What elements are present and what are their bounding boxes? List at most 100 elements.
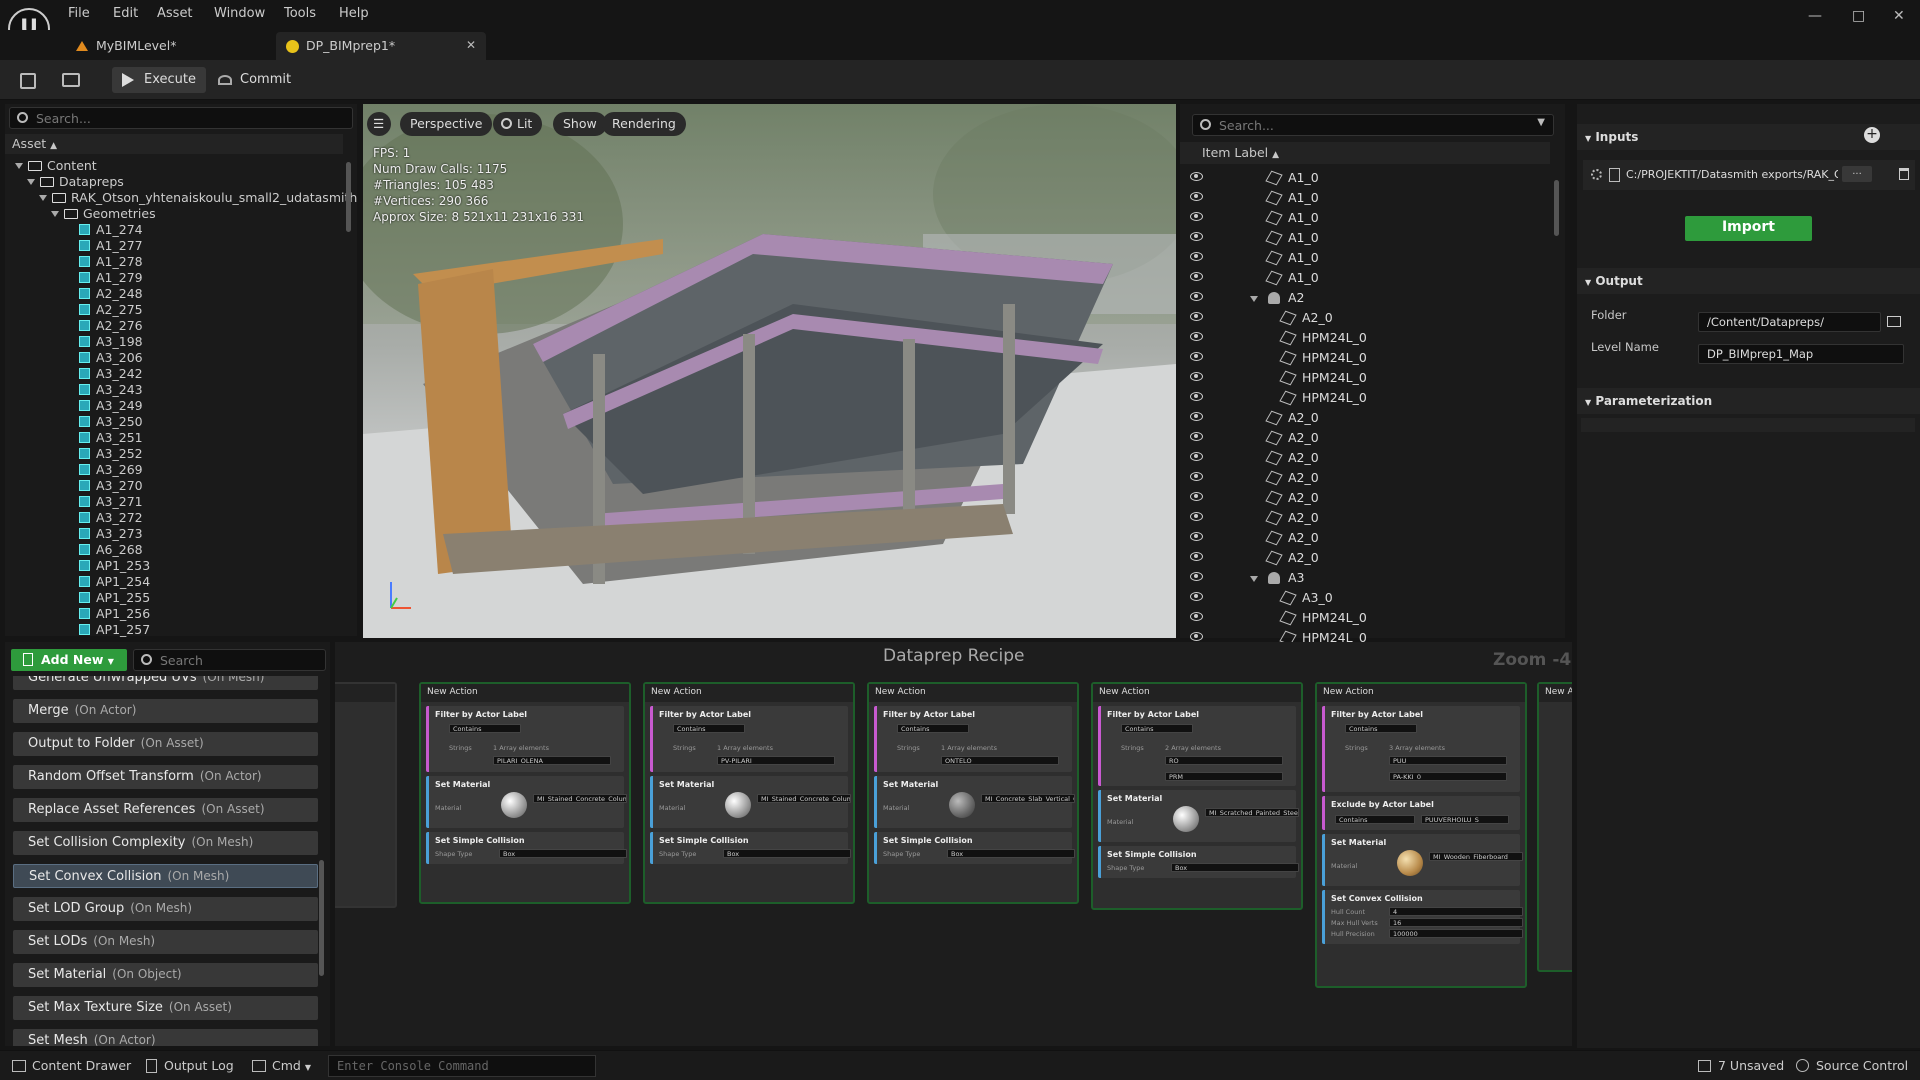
asset-item[interactable]: A1_277	[79, 238, 143, 253]
string-value-field[interactable]: PUU	[1389, 756, 1507, 765]
outliner-row[interactable]: A2_0	[1180, 488, 1550, 508]
content-drawer-button[interactable]: Content Drawer	[12, 1058, 131, 1073]
gear-icon[interactable]	[1591, 169, 1602, 180]
execute-button[interactable]: Execute	[112, 67, 206, 93]
asset-item[interactable]: A3_242	[79, 366, 143, 381]
visibility-eye-icon[interactable]	[1190, 332, 1203, 341]
rendering-button[interactable]: Rendering	[602, 112, 686, 136]
action-node[interactable]: New Action Filter by Actor Label Contains S…	[1091, 682, 1303, 910]
outliner-row[interactable]: A2_0	[1180, 408, 1550, 428]
contains-dropdown[interactable]: Contains	[1121, 724, 1193, 733]
chevron-down-icon[interactable]	[1250, 296, 1258, 302]
set-material-block[interactable]: Set Material Material MI_Stained_Concrete_…	[426, 776, 627, 828]
contains-dropdown[interactable]: Contains	[1335, 815, 1415, 824]
asset-item[interactable]: A1_279	[79, 270, 143, 285]
parameterization-section[interactable]: ▼ Parameterization	[1577, 388, 1920, 414]
asset-item[interactable]: A3_251	[79, 430, 143, 445]
visibility-eye-icon[interactable]	[1190, 512, 1203, 521]
import-button[interactable]: Import	[1685, 216, 1812, 241]
action-item[interactable]: Generate Unwrapped UVs (On Mesh)	[13, 676, 318, 690]
maximize-icon[interactable]: □	[1852, 8, 1865, 24]
visibility-eye-icon[interactable]	[1190, 192, 1203, 201]
convex-param-field[interactable]: 16	[1389, 918, 1523, 927]
visibility-eye-icon[interactable]	[1190, 272, 1203, 281]
asset-item[interactable]: A2_248	[79, 286, 143, 301]
visibility-eye-icon[interactable]	[1190, 392, 1203, 401]
action-node-partial[interactable]: New Action	[335, 682, 397, 908]
visibility-eye-icon[interactable]	[1190, 612, 1203, 621]
set-simple-collision-block[interactable]: Set Simple Collision Shape Type Box	[650, 832, 851, 864]
visibility-eye-icon[interactable]	[1190, 212, 1203, 221]
viewport-menu-button[interactable]: ☰	[367, 112, 391, 136]
shape-type-dropdown[interactable]: Box	[723, 849, 851, 858]
inputs-section[interactable]: ▼ Inputs +	[1577, 124, 1920, 150]
string-value-field[interactable]: PILARI_OLENA	[493, 756, 611, 765]
tree-folder[interactable]: Geometries	[51, 206, 156, 221]
convex-param-field[interactable]: 100000	[1389, 929, 1523, 938]
close-window-icon[interactable]: ✕	[1893, 8, 1905, 24]
visibility-eye-icon[interactable]	[1190, 452, 1203, 461]
outliner-row[interactable]: A2_0	[1180, 468, 1550, 488]
string-value-field[interactable]: PA-KKI_0	[1389, 772, 1507, 781]
set-simple-collision-block[interactable]: Set Simple Collision Shape Type Box	[874, 832, 1075, 864]
console-input[interactable]: Enter Console Command	[328, 1055, 596, 1077]
asset-item[interactable]: A3_269	[79, 462, 143, 477]
contains-dropdown[interactable]: Contains	[897, 724, 969, 733]
material-field[interactable]: MI_Stained_Concrete_Column	[757, 794, 851, 803]
outliner-row[interactable]: A1_0	[1180, 248, 1550, 268]
filter-block[interactable]: Filter by Actor Label Contains Strings 3 Ar…	[1322, 706, 1520, 792]
set-material-block[interactable]: Set Material Material MI_Concrete_Slab_Ver…	[874, 776, 1075, 828]
outliner-row[interactable]: A2_0	[1180, 508, 1550, 528]
output-log-button[interactable]: Output Log	[146, 1058, 234, 1073]
chevron-down-icon[interactable]	[1250, 576, 1258, 582]
outliner-row[interactable]: HPM24L_0	[1180, 388, 1550, 408]
outliner-row[interactable]: A2_0	[1180, 308, 1550, 328]
outliner-row[interactable]: A3_0	[1180, 588, 1550, 608]
asset-item[interactable]: AP1_254	[79, 574, 150, 589]
visibility-eye-icon[interactable]	[1190, 432, 1203, 441]
action-node[interactable]: New Action Filter by Actor Label Contains S…	[1315, 682, 1527, 988]
tree-folder[interactable]: Content	[15, 158, 97, 173]
lit-button[interactable]: Lit	[493, 112, 543, 136]
action-item[interactable]: Set Convex Collision (On Mesh)	[13, 864, 318, 888]
visibility-eye-icon[interactable]	[1190, 372, 1203, 381]
material-thumbnail[interactable]	[949, 792, 975, 818]
menu-tools[interactable]: Tools	[284, 6, 316, 21]
exclude-value-field[interactable]: PUUVERHOILU_S	[1421, 815, 1509, 824]
filter-block[interactable]: Filter by Actor Label Contains Strings 1 Ar…	[874, 706, 1072, 772]
menu-edit[interactable]: Edit	[113, 6, 138, 21]
item-label-header[interactable]: Item Label ▲	[1180, 142, 1550, 164]
visibility-eye-icon[interactable]	[1190, 232, 1203, 241]
tree-folder[interactable]: RAK_Otson_yhtenaiskoulu_small2_udatasmit…	[39, 190, 357, 205]
chevron-down-icon[interactable]	[39, 195, 47, 201]
action-node[interactable]: New Action Filter by Actor Label Contains S…	[867, 682, 1079, 904]
outliner-row[interactable]: A1_0	[1180, 228, 1550, 248]
visibility-eye-icon[interactable]	[1190, 252, 1203, 261]
action-item[interactable]: Replace Asset References (On Asset)	[13, 798, 318, 822]
set-simple-collision-block[interactable]: Set Simple Collision Shape Type Box	[426, 832, 627, 864]
outliner-row[interactable]: A2_0	[1180, 528, 1550, 548]
outliner-row[interactable]: A1_0	[1180, 168, 1550, 188]
set-material-block[interactable]: Set Material Material MI_Wooden_Fiberboard	[1322, 834, 1523, 886]
assets-scrollbar[interactable]	[346, 162, 351, 232]
browse-icon[interactable]	[62, 73, 80, 87]
assets-search-input[interactable]: Search...	[9, 107, 353, 129]
material-thumbnail[interactable]	[1397, 850, 1423, 876]
outliner-row[interactable]: HPM24L_0	[1180, 328, 1550, 348]
asset-item[interactable]: A3_206	[79, 350, 143, 365]
outliner-scrollbar[interactable]	[1554, 180, 1559, 236]
output-section[interactable]: ▼ Output	[1577, 268, 1920, 294]
asset-item[interactable]: AP1_253	[79, 558, 150, 573]
asset-item[interactable]: AP1_257	[79, 622, 150, 637]
string-value-field[interactable]: PRM	[1165, 772, 1283, 781]
visibility-eye-icon[interactable]	[1190, 592, 1203, 601]
action-item[interactable]: Set Material (On Object)	[13, 963, 318, 987]
outliner-row[interactable]: HPM24L_0	[1180, 368, 1550, 388]
asset-item[interactable]: A3_273	[79, 526, 143, 541]
perspective-button[interactable]: Perspective	[400, 112, 493, 136]
material-field[interactable]: MI_Wooden_Fiberboard	[1429, 852, 1523, 861]
outliner-row[interactable]: A3	[1180, 568, 1550, 588]
outliner-row[interactable]: A1_0	[1180, 208, 1550, 228]
visibility-eye-icon[interactable]	[1190, 572, 1203, 581]
outliner-search-input[interactable]: Search... ▼	[1192, 114, 1554, 136]
